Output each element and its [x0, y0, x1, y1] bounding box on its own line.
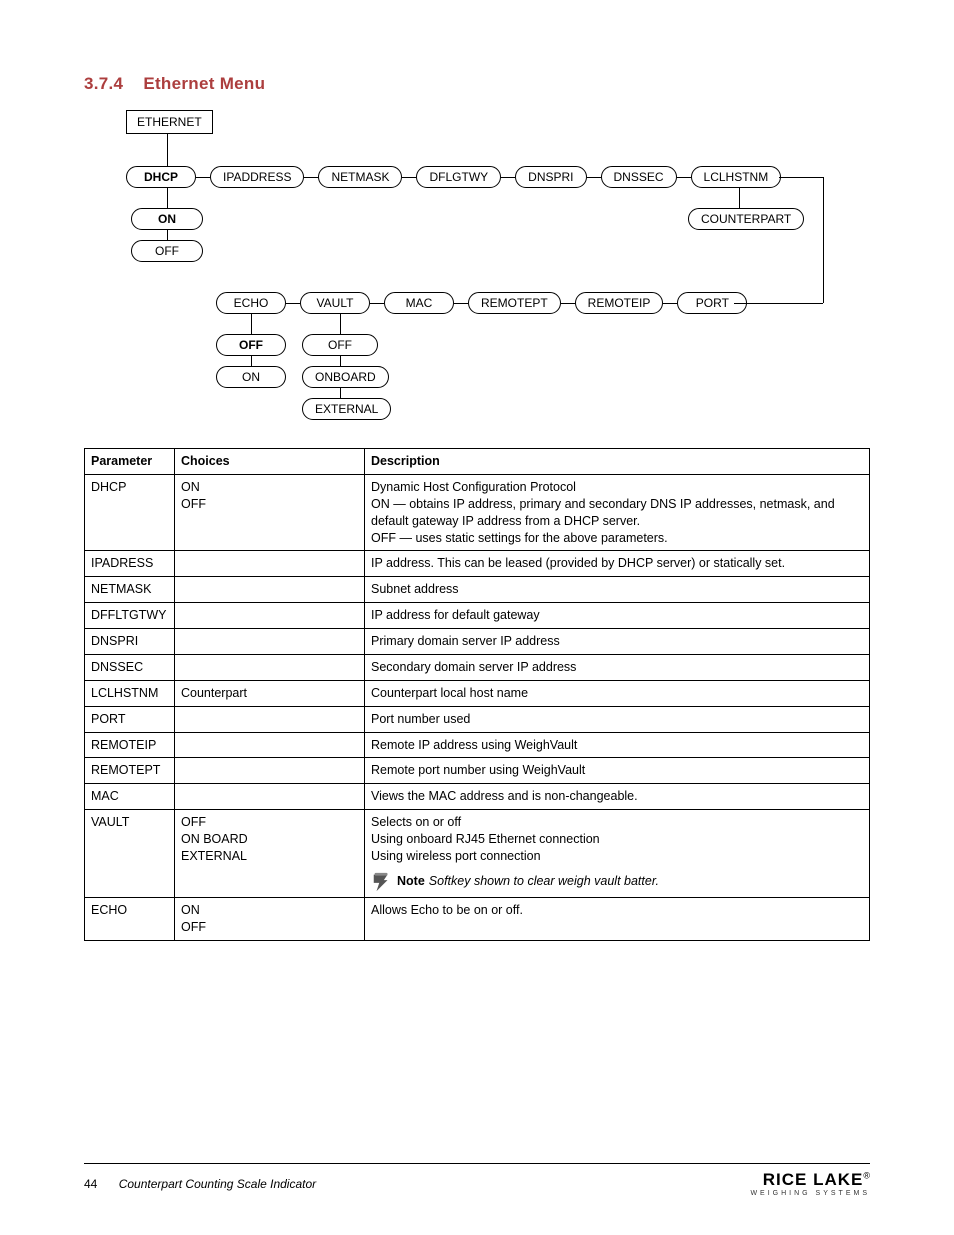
- cell-choices: [175, 706, 365, 732]
- page-footer: 44 Counterpart Counting Scale Indicator …: [84, 1163, 870, 1197]
- node-lclhstnm: LCLHSTNM: [691, 166, 782, 188]
- brand-subtitle: WEIGHING SYSTEMS: [750, 1190, 870, 1197]
- note-icon: [371, 871, 393, 893]
- cell-description: Counterpart local host name: [365, 680, 870, 706]
- node-remotept: REMOTEPT: [468, 292, 561, 314]
- table-row: LCLHSTNMCounterpartCounterpart local hos…: [85, 680, 870, 706]
- table-row: REMOTEIP Remote IP address using WeighVau…: [85, 732, 870, 758]
- cell-choices: ON OFF: [175, 474, 365, 551]
- cell-description: Secondary domain server IP address: [365, 654, 870, 680]
- node-dhcp-off: OFF: [131, 240, 203, 262]
- cell-parameter: NETMASK: [85, 577, 175, 603]
- table-row: IPADRESS IP address. This can be leased (…: [85, 551, 870, 577]
- cell-description: Port number used: [365, 706, 870, 732]
- cell-description: IP address for default gateway: [365, 603, 870, 629]
- heading-title: Ethernet Menu: [143, 74, 265, 93]
- cell-choices: Counterpart: [175, 680, 365, 706]
- node-ipaddress: IPADDRESS: [210, 166, 304, 188]
- node-vault-external: EXTERNAL: [302, 398, 391, 420]
- cell-parameter: PORT: [85, 706, 175, 732]
- cell-parameter: MAC: [85, 784, 175, 810]
- node-vault-off: OFF: [302, 334, 378, 356]
- cell-parameter: IPADRESS: [85, 551, 175, 577]
- note-label: Note: [397, 873, 425, 890]
- node-dnspri: DNSPRI: [515, 166, 586, 188]
- cell-choices: OFF ON BOARD EXTERNAL: [175, 810, 365, 898]
- cell-choices: [175, 758, 365, 784]
- footer-title: Counterpart Counting Scale Indicator: [119, 1177, 316, 1191]
- table-row: DHCPON OFFDynamic Host Configuration Pro…: [85, 474, 870, 551]
- cell-description: Subnet address: [365, 577, 870, 603]
- cell-choices: [175, 551, 365, 577]
- cell-description: Allows Echo to be on or off.: [365, 897, 870, 940]
- cell-parameter: DNSSEC: [85, 654, 175, 680]
- cell-choices: [175, 784, 365, 810]
- table-row: MAC Views the MAC address and is non-chan…: [85, 784, 870, 810]
- cell-parameter: REMOTEIP: [85, 732, 175, 758]
- page-number: 44: [84, 1177, 97, 1191]
- menu-diagram: ETHERNET DHCP IPADDRESS NETMASK DFLGTWY …: [84, 110, 870, 440]
- th-description: Description: [365, 449, 870, 475]
- th-choices: Choices: [175, 449, 365, 475]
- registered-icon: ®: [863, 1171, 870, 1181]
- cell-choices: [175, 654, 365, 680]
- cell-parameter: ECHO: [85, 897, 175, 940]
- cell-parameter: DHCP: [85, 474, 175, 551]
- node-ethernet: ETHERNET: [126, 110, 213, 134]
- brand-logo: RICE LAKE® WEIGHING SYSTEMS: [750, 1170, 870, 1197]
- cell-choices: [175, 629, 365, 655]
- note-callout: Note Softkey shown to clear weigh vault …: [371, 871, 863, 893]
- table-row: NETMASK Subnet address: [85, 577, 870, 603]
- cell-parameter: DFFLTGTWY: [85, 603, 175, 629]
- node-netmask: NETMASK: [318, 166, 402, 188]
- cell-choices: ON OFF: [175, 897, 365, 940]
- node-echo-off: OFF: [216, 334, 286, 356]
- th-parameter: Parameter: [85, 449, 175, 475]
- cell-description: IP address. This can be leased (provided…: [365, 551, 870, 577]
- parameter-table: Parameter Choices Description DHCPON OFF…: [84, 448, 870, 941]
- heading-number: 3.7.4: [84, 74, 123, 93]
- note-text: Softkey shown to clear weigh vault batte…: [429, 873, 659, 890]
- node-vault: VAULT: [300, 292, 370, 314]
- node-remoteip: REMOTEIP: [575, 292, 664, 314]
- node-dflgtwy: DFLGTWY: [416, 166, 501, 188]
- node-vault-onboard: ONBOARD: [302, 366, 389, 388]
- cell-description: Primary domain server IP address: [365, 629, 870, 655]
- cell-choices: [175, 577, 365, 603]
- node-echo-on: ON: [216, 366, 286, 388]
- node-counterpart: COUNTERPART: [688, 208, 804, 230]
- table-row: DFFLTGTWY IP address for default gateway: [85, 603, 870, 629]
- cell-description: Dynamic Host Configuration Protocol ON —…: [365, 474, 870, 551]
- table-row: PORT Port number used: [85, 706, 870, 732]
- cell-parameter: REMOTEPT: [85, 758, 175, 784]
- node-echo: ECHO: [216, 292, 286, 314]
- cell-choices: [175, 732, 365, 758]
- cell-description: Views the MAC address and is non-changea…: [365, 784, 870, 810]
- table-row: REMOTEPT Remote port number using WeighVa…: [85, 758, 870, 784]
- cell-parameter: LCLHSTNM: [85, 680, 175, 706]
- cell-choices: [175, 603, 365, 629]
- node-mac: MAC: [384, 292, 454, 314]
- node-dhcp: DHCP: [126, 166, 196, 188]
- section-heading: 3.7.4 Ethernet Menu: [84, 74, 870, 94]
- table-row: ECHOON OFFAllows Echo to be on or off.: [85, 897, 870, 940]
- table-row: DNSPRI Primary domain server IP address: [85, 629, 870, 655]
- cell-description: Selects on or off Using onboard RJ45 Eth…: [365, 810, 870, 898]
- node-dhcp-on: ON: [131, 208, 203, 230]
- cell-description: Remote IP address using WeighVault: [365, 732, 870, 758]
- cell-description: Remote port number using WeighVault: [365, 758, 870, 784]
- table-row: VAULTOFF ON BOARD EXTERNALSelects on or …: [85, 810, 870, 898]
- brand-name: RICE LAKE: [763, 1170, 864, 1189]
- table-row: DNSSEC Secondary domain server IP address: [85, 654, 870, 680]
- cell-parameter: VAULT: [85, 810, 175, 898]
- cell-parameter: DNSPRI: [85, 629, 175, 655]
- node-dnssec: DNSSEC: [601, 166, 677, 188]
